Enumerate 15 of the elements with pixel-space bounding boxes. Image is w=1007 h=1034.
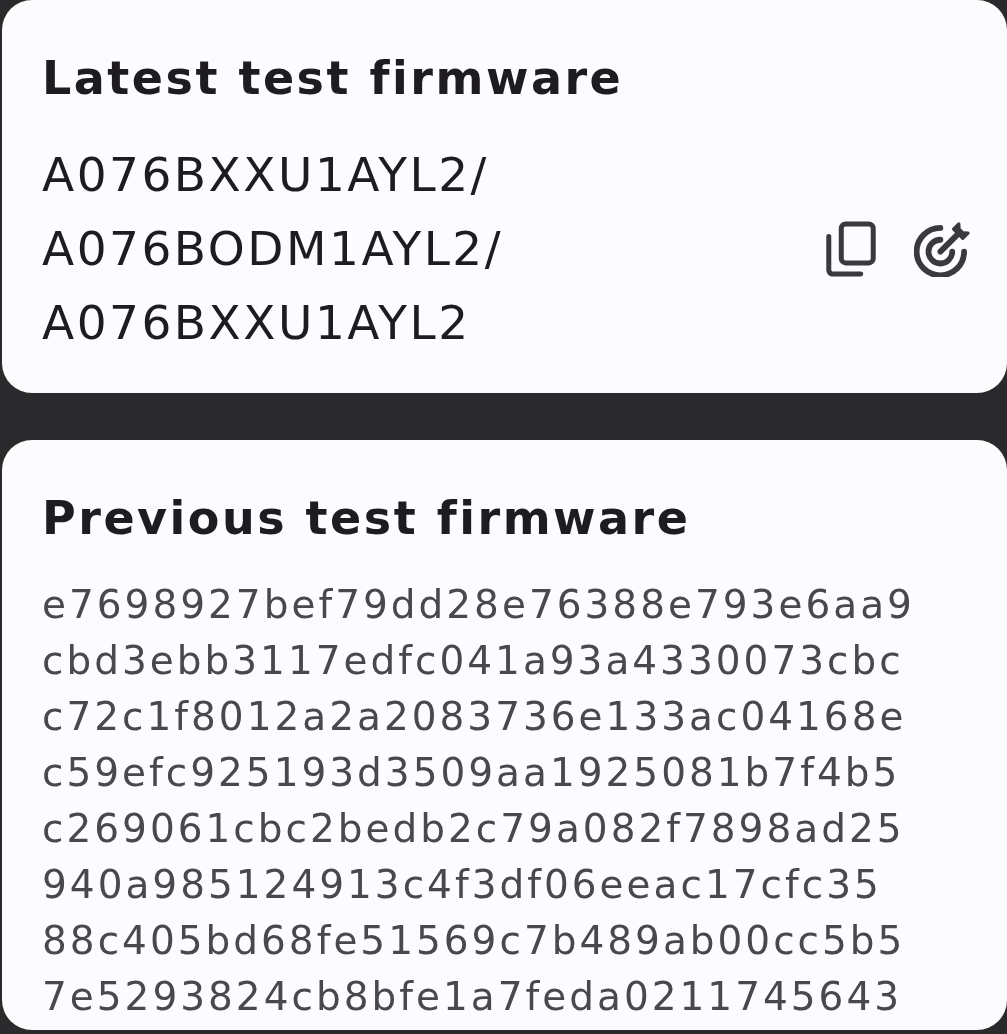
card-title: Previous test firmware [42, 490, 691, 547]
firmware-version: A076BXXU1AYL2/ [42, 146, 489, 204]
copy-icon[interactable] [826, 221, 876, 277]
card-title: Latest test firmware [42, 50, 624, 107]
firmware-hash: e7698927bef79dd28e76388e793e6aa9 [42, 581, 915, 629]
firmware-hash: c59efc925193d3509aa1925081b7f4b5 [42, 749, 901, 797]
target-icon[interactable] [914, 221, 972, 277]
firmware-version: A076BODM1AYL2/ [42, 220, 504, 278]
firmware-hash: cbd3ebb3117edfc041a93a4330073cbc [42, 637, 904, 685]
firmware-hash: 88c405bd68fe51569c7b489ab00cc5b5 [42, 917, 906, 965]
firmware-hash: c269061cbc2bedb2c79a082f7898ad25 [42, 805, 905, 853]
firmware-hash: 940a985124913c4f3df06eeac17cfc35 [42, 861, 882, 909]
firmware-version: A076BXXU1AYL2 [42, 294, 471, 352]
firmware-hash: 7e5293824cb8bfe1a7feda0211745643 [42, 973, 903, 1021]
firmware-hash: c72c1f8012a2a2083736e133ac04168e [42, 693, 907, 741]
